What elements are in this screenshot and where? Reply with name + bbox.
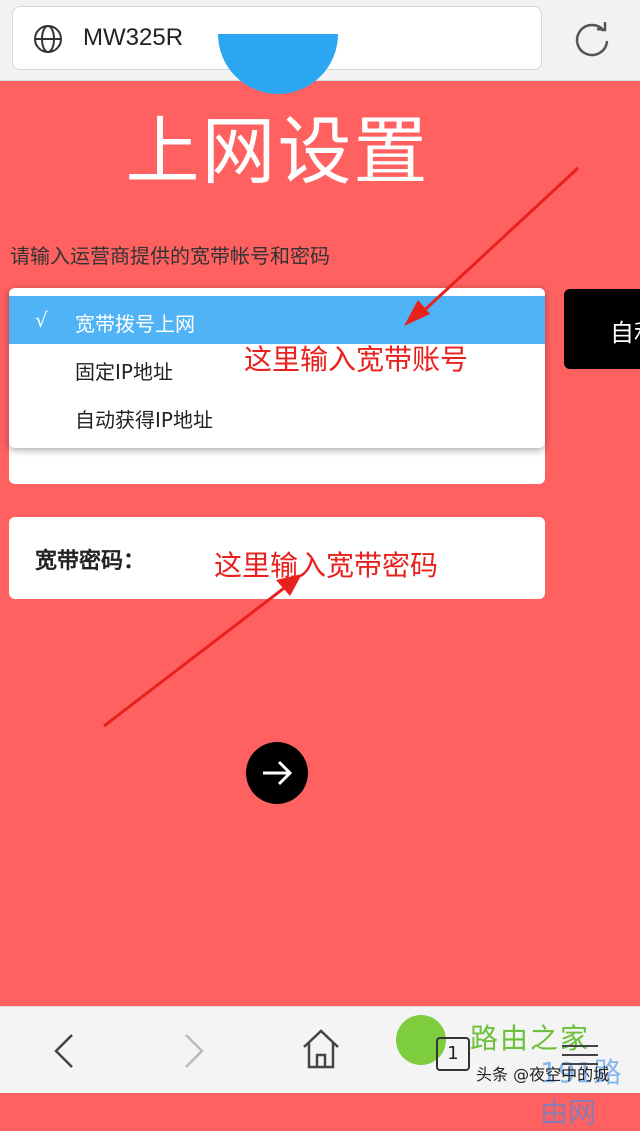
- password-label: 宽带密码：: [35, 549, 146, 574]
- option-pppoe[interactable]: √ 宽带拨号上网: [9, 296, 545, 344]
- home-icon[interactable]: [300, 1027, 342, 1071]
- back-icon[interactable]: [50, 1031, 80, 1071]
- option-dhcp[interactable]: 自动获得IP地址: [9, 392, 545, 440]
- page-title: 上网设置: [125, 109, 430, 195]
- arrow-right-icon: [263, 760, 293, 786]
- instruction-text: 请输入运营商提供的宽带帐号和密码: [10, 244, 330, 268]
- check-icon: √: [35, 308, 48, 332]
- option-label: 自动获得IP地址: [75, 408, 213, 432]
- side-button[interactable]: 自利: [564, 289, 640, 369]
- url-text: MW325R: [83, 24, 184, 51]
- menu-icon[interactable]: [560, 1043, 600, 1067]
- globe-icon: [34, 25, 62, 53]
- reload-icon[interactable]: [570, 17, 614, 61]
- next-button[interactable]: [246, 742, 308, 804]
- forward-icon[interactable]: [178, 1031, 208, 1071]
- password-annotation: 这里输入宽带密码: [214, 549, 439, 582]
- side-button-label: 自利: [610, 319, 640, 347]
- option-label: 宽带拨号上网: [75, 312, 195, 336]
- account-annotation: 这里输入宽带账号: [244, 343, 469, 376]
- tab-count-button[interactable]: 1: [436, 1037, 470, 1071]
- bottom-navigation: 1 路由之家 191路由网 头条 @夜空中的城: [0, 1006, 640, 1129]
- option-label: 固定IP地址: [75, 360, 173, 384]
- logo-circle: [218, 34, 338, 94]
